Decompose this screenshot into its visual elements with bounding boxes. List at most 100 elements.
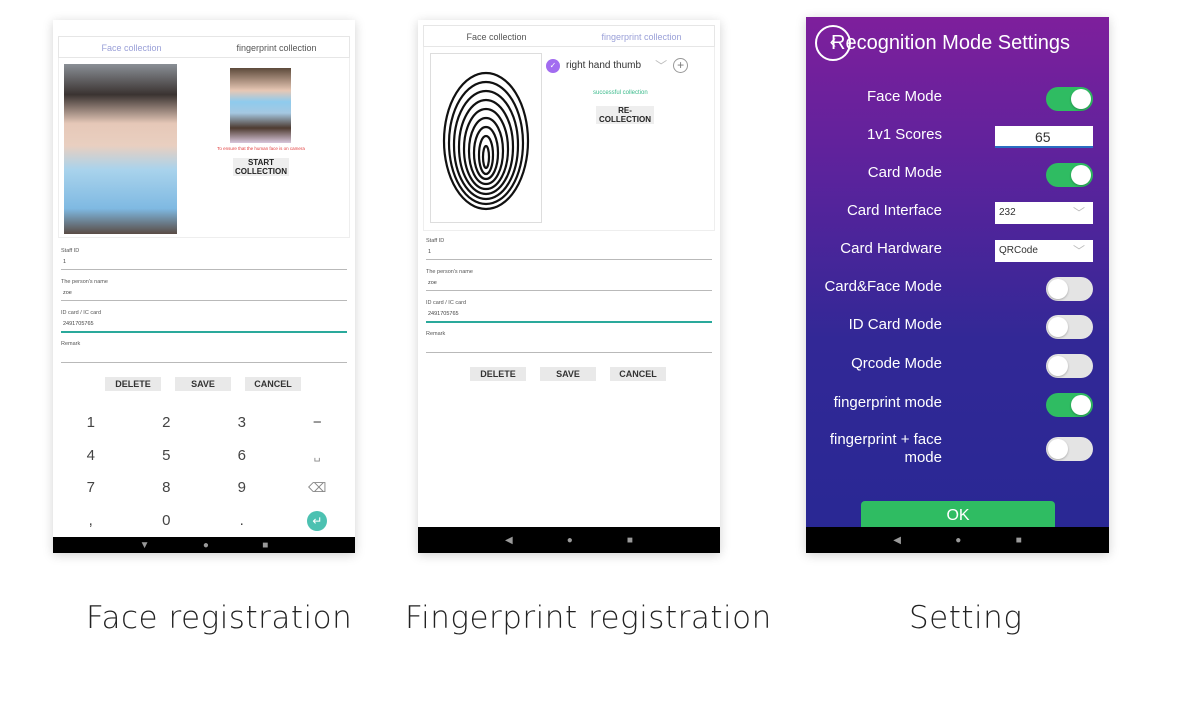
collection-tabs: Face collection fingerprint collection	[58, 36, 350, 58]
field-label: The person's name	[426, 269, 473, 275]
field-label: ID card / IC card	[426, 300, 467, 306]
back-icon[interactable]: ◀	[893, 535, 901, 546]
home-icon[interactable]: ●	[955, 535, 961, 546]
camera-warning-text: To ensure that the human face is on came…	[217, 146, 305, 151]
key-8[interactable]: 8	[129, 472, 205, 505]
key-space[interactable]: ␣	[280, 439, 356, 472]
staff-id-field[interactable]: Staff ID 1	[59, 246, 347, 277]
key-period[interactable]: .	[204, 504, 280, 537]
setting-label: Card&Face Mode	[824, 278, 942, 295]
field-value: zoe	[63, 290, 72, 296]
recents-icon[interactable]: ■	[1016, 535, 1022, 546]
live-camera-preview	[230, 68, 291, 143]
chevron-down-icon[interactable]: ﹀	[655, 57, 667, 74]
key-minus[interactable]: −	[280, 406, 356, 439]
enter-key[interactable]: ↵	[280, 504, 356, 537]
person-form: Staff ID 1 The person's name zoe ID card…	[424, 236, 712, 360]
key-0[interactable]: 0	[129, 504, 205, 537]
field-label: The person's name	[61, 279, 108, 285]
id-card-field[interactable]: ID card / IC card 2491705765	[59, 308, 347, 339]
remark-field[interactable]: Remark	[424, 329, 712, 360]
chevron-down-icon: ﹀	[1072, 244, 1085, 258]
select-value: QRCode	[999, 245, 1038, 256]
setting-label: 1v1 Scores	[866, 126, 942, 143]
qrcode-mode-toggle[interactable]	[1046, 354, 1093, 378]
finger-select-value: right hand thumb	[566, 60, 642, 71]
field-value: zoe	[428, 280, 437, 286]
form-actions: DELETE SAVE CANCEL	[470, 367, 666, 381]
caption-fingerprint-registration: Fingerprint registration	[405, 600, 772, 636]
id-card-field[interactable]: ID card / IC card 2491705765	[424, 298, 712, 329]
home-icon[interactable]: ●	[567, 535, 573, 546]
tab-face-collection[interactable]: Face collection	[424, 26, 569, 46]
field-value: 2491705765	[428, 311, 459, 317]
field-value: 2491705765	[63, 321, 94, 327]
cancel-button[interactable]: CANCEL	[610, 367, 666, 381]
field-value: 1	[428, 249, 432, 255]
recents-icon[interactable]: ■	[262, 540, 268, 551]
key-comma[interactable]: ,	[53, 504, 129, 537]
save-button[interactable]: SAVE	[175, 377, 231, 391]
field-underline	[426, 352, 712, 353]
key-5[interactable]: 5	[129, 439, 205, 472]
id-card-mode-toggle[interactable]	[1046, 315, 1093, 339]
field-label: Remark	[61, 341, 81, 347]
person-name-field[interactable]: The person's name zoe	[424, 267, 712, 298]
save-button[interactable]: SAVE	[540, 367, 596, 381]
key-1[interactable]: 1	[53, 406, 129, 439]
fingerprint-registration-screen: Face collection fingerprint collection ✓…	[418, 20, 720, 553]
key-9[interactable]: 9	[204, 472, 280, 505]
card-mode-toggle[interactable]	[1046, 163, 1093, 187]
fingerprint-image	[430, 53, 542, 223]
face-mode-toggle[interactable]	[1046, 87, 1093, 111]
form-actions: DELETE SAVE CANCEL	[105, 377, 301, 391]
person-form: Staff ID 1 The person's name zoe ID card…	[59, 246, 347, 370]
fingerprint-mode-toggle[interactable]	[1046, 393, 1093, 417]
enter-icon: ↵	[307, 510, 328, 531]
setting-card-hardware: Card Hardware QRCode ﹀	[806, 234, 1109, 264]
setting-card-mode: Card Mode	[806, 158, 1109, 188]
tab-fingerprint-collection[interactable]: fingerprint collection	[204, 37, 349, 57]
person-name-field[interactable]: The person's name zoe	[59, 277, 347, 308]
finger-selector[interactable]: ✓ right hand thumb ﹀ +	[546, 57, 689, 74]
field-label: ID card / IC card	[61, 310, 102, 316]
remark-field[interactable]: Remark	[59, 339, 347, 370]
backspace-key[interactable]: ⌫	[280, 472, 356, 505]
start-collection-button[interactable]: START COLLECTION	[233, 158, 289, 176]
field-underline	[61, 362, 347, 363]
tab-fingerprint-collection[interactable]: fingerprint collection	[569, 26, 714, 46]
field-underline	[426, 290, 712, 291]
delete-button[interactable]: DELETE	[105, 377, 161, 391]
setting-fingerprint-mode: fingerprint mode	[806, 388, 1109, 418]
cancel-button[interactable]: CANCEL	[245, 377, 301, 391]
card-hardware-select[interactable]: QRCode ﹀	[995, 240, 1093, 262]
setting-1v1-scores: 1v1 Scores 65	[806, 120, 1109, 150]
1v1-scores-input[interactable]: 65	[995, 126, 1093, 148]
key-3[interactable]: 3	[204, 406, 280, 439]
back-icon[interactable]: ◀	[505, 535, 513, 546]
add-finger-icon[interactable]: +	[673, 58, 689, 73]
hide-keyboard-icon[interactable]: ▼	[140, 540, 150, 551]
key-2[interactable]: 2	[129, 406, 205, 439]
setting-qrcode-mode: Qrcode Mode	[806, 349, 1109, 379]
field-label: Staff ID	[61, 248, 80, 254]
delete-button[interactable]: DELETE	[470, 367, 526, 381]
select-value: 232	[999, 207, 1016, 218]
tab-face-collection[interactable]: Face collection	[59, 37, 204, 57]
setting-label: Card Interface	[846, 202, 942, 219]
key-4[interactable]: 4	[53, 439, 129, 472]
recollection-button[interactable]: RE-COLLECTION	[596, 106, 654, 124]
finger-icon: ✓	[546, 58, 560, 73]
staff-id-field[interactable]: Staff ID 1	[424, 236, 712, 267]
key-7[interactable]: 7	[53, 472, 129, 505]
key-6[interactable]: 6	[204, 439, 280, 472]
card-interface-select[interactable]: 232 ﹀	[995, 202, 1093, 224]
setting-face-mode: Face Mode	[806, 82, 1109, 112]
recents-icon[interactable]: ■	[627, 535, 633, 546]
caption-face-registration: Face registration	[86, 600, 353, 636]
home-icon[interactable]: ●	[203, 540, 209, 551]
fingerprint-face-mode-toggle[interactable]	[1046, 437, 1093, 461]
field-underline	[61, 331, 347, 333]
chevron-down-icon: ﹀	[1072, 206, 1085, 220]
card-face-mode-toggle[interactable]	[1046, 277, 1093, 301]
